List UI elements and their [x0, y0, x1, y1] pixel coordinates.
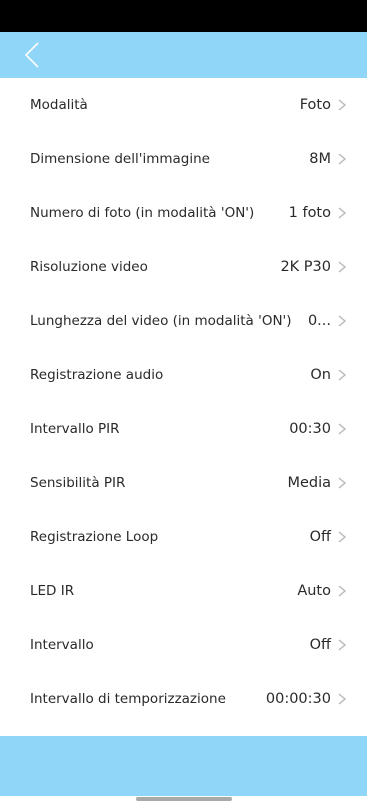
- chevron-right-icon: [338, 369, 347, 381]
- chevron-right-icon: [338, 585, 347, 597]
- setting-row-registrazione-audio[interactable]: Registrazione audio On: [0, 348, 367, 402]
- back-button[interactable]: [18, 38, 52, 72]
- setting-row-intervallo-temporizzazione[interactable]: Intervallo di temporizzazione 00:00:30: [0, 672, 367, 726]
- setting-label: Modalità: [30, 97, 88, 113]
- home-indicator[interactable]: [136, 797, 232, 801]
- setting-row-numero-foto[interactable]: Numero di foto (in modalità 'ON') 1 foto: [0, 186, 367, 240]
- setting-value: 00:30: [289, 421, 331, 437]
- setting-label: Registrazione Loop: [30, 529, 159, 545]
- setting-row-led-ir[interactable]: LED IR Auto: [0, 564, 367, 618]
- setting-row-intervallo-pir[interactable]: Intervallo PIR 00:30: [0, 402, 367, 456]
- setting-value: 00:00:30: [265, 691, 331, 707]
- chevron-right-icon: [338, 99, 347, 111]
- setting-value: Off: [309, 637, 331, 653]
- setting-row-dimensione-immagine[interactable]: Dimensione dell'immagine 8M: [0, 132, 367, 186]
- setting-value: 1 foto: [288, 205, 331, 221]
- setting-row-registrazione-loop[interactable]: Registrazione Loop Off: [0, 510, 367, 564]
- setting-row-sensibilita-pir[interactable]: Sensibilità PIR Media: [0, 456, 367, 510]
- setting-label: Dimensione dell'immagine: [30, 151, 210, 167]
- chevron-right-icon: [338, 693, 347, 705]
- chevron-left-icon: [24, 42, 39, 68]
- setting-value: Off: [309, 529, 331, 545]
- setting-label: Intervallo di temporizzazione: [30, 691, 226, 707]
- setting-label: Numero di foto (in modalità 'ON'): [30, 205, 255, 221]
- setting-value: 2K P30: [280, 259, 331, 275]
- setting-row-risoluzione-video[interactable]: Risoluzione video 2K P30: [0, 240, 367, 294]
- setting-label: Lunghezza del video (in modalità 'ON'): [30, 313, 292, 329]
- bottom-bar: [0, 736, 367, 796]
- chevron-right-icon: [338, 477, 347, 489]
- status-bar: [0, 0, 367, 32]
- setting-row-modalita[interactable]: Modalità Foto: [0, 78, 367, 132]
- chevron-right-icon: [338, 423, 347, 435]
- setting-value: On: [310, 367, 331, 383]
- setting-label: Sensibilità PIR: [30, 475, 126, 491]
- setting-label: Registrazione audio: [30, 367, 164, 383]
- setting-row-lunghezza-video[interactable]: Lunghezza del video (in modalità 'ON') 0.…: [0, 294, 367, 348]
- setting-value: Media: [287, 475, 331, 491]
- chevron-right-icon: [338, 207, 347, 219]
- setting-label: Intervallo PIR: [30, 421, 120, 437]
- app-bar: [0, 32, 367, 78]
- chevron-right-icon: [338, 315, 347, 327]
- setting-value: Auto: [297, 583, 331, 599]
- setting-value: 0...: [307, 313, 331, 329]
- setting-value: 8M: [309, 151, 331, 167]
- settings-list[interactable]: Modalità Foto Dimensione dell'immagine 8M Nu…: [0, 78, 367, 736]
- setting-value: Foto: [299, 97, 331, 113]
- chevron-right-icon: [338, 261, 347, 273]
- chevron-right-icon: [338, 153, 347, 165]
- setting-label: Risoluzione video: [30, 259, 148, 275]
- chevron-right-icon: [338, 531, 347, 543]
- chevron-right-icon: [338, 639, 347, 651]
- setting-row-intervallo[interactable]: Intervallo Off: [0, 618, 367, 672]
- setting-label: Intervallo: [30, 637, 94, 653]
- setting-label: LED IR: [30, 583, 75, 599]
